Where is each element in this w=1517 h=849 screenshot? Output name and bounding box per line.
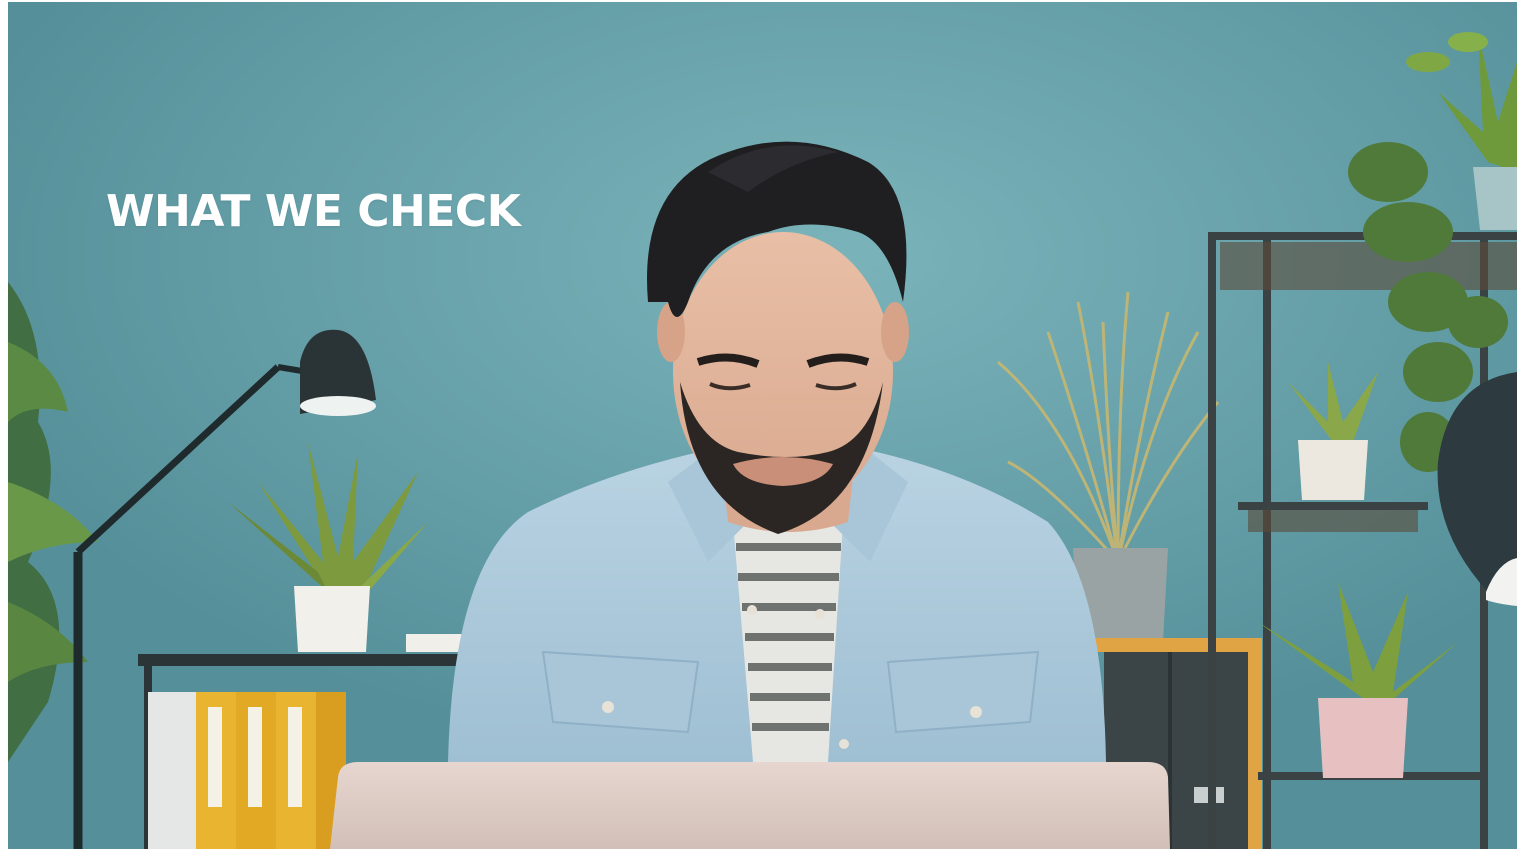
laptop [330, 762, 1170, 849]
hero-background-photo [8, 2, 1517, 849]
hero-banner: WHAT WE CHECK [8, 2, 1517, 849]
hero-title: WHAT WE CHECK [106, 186, 521, 237]
